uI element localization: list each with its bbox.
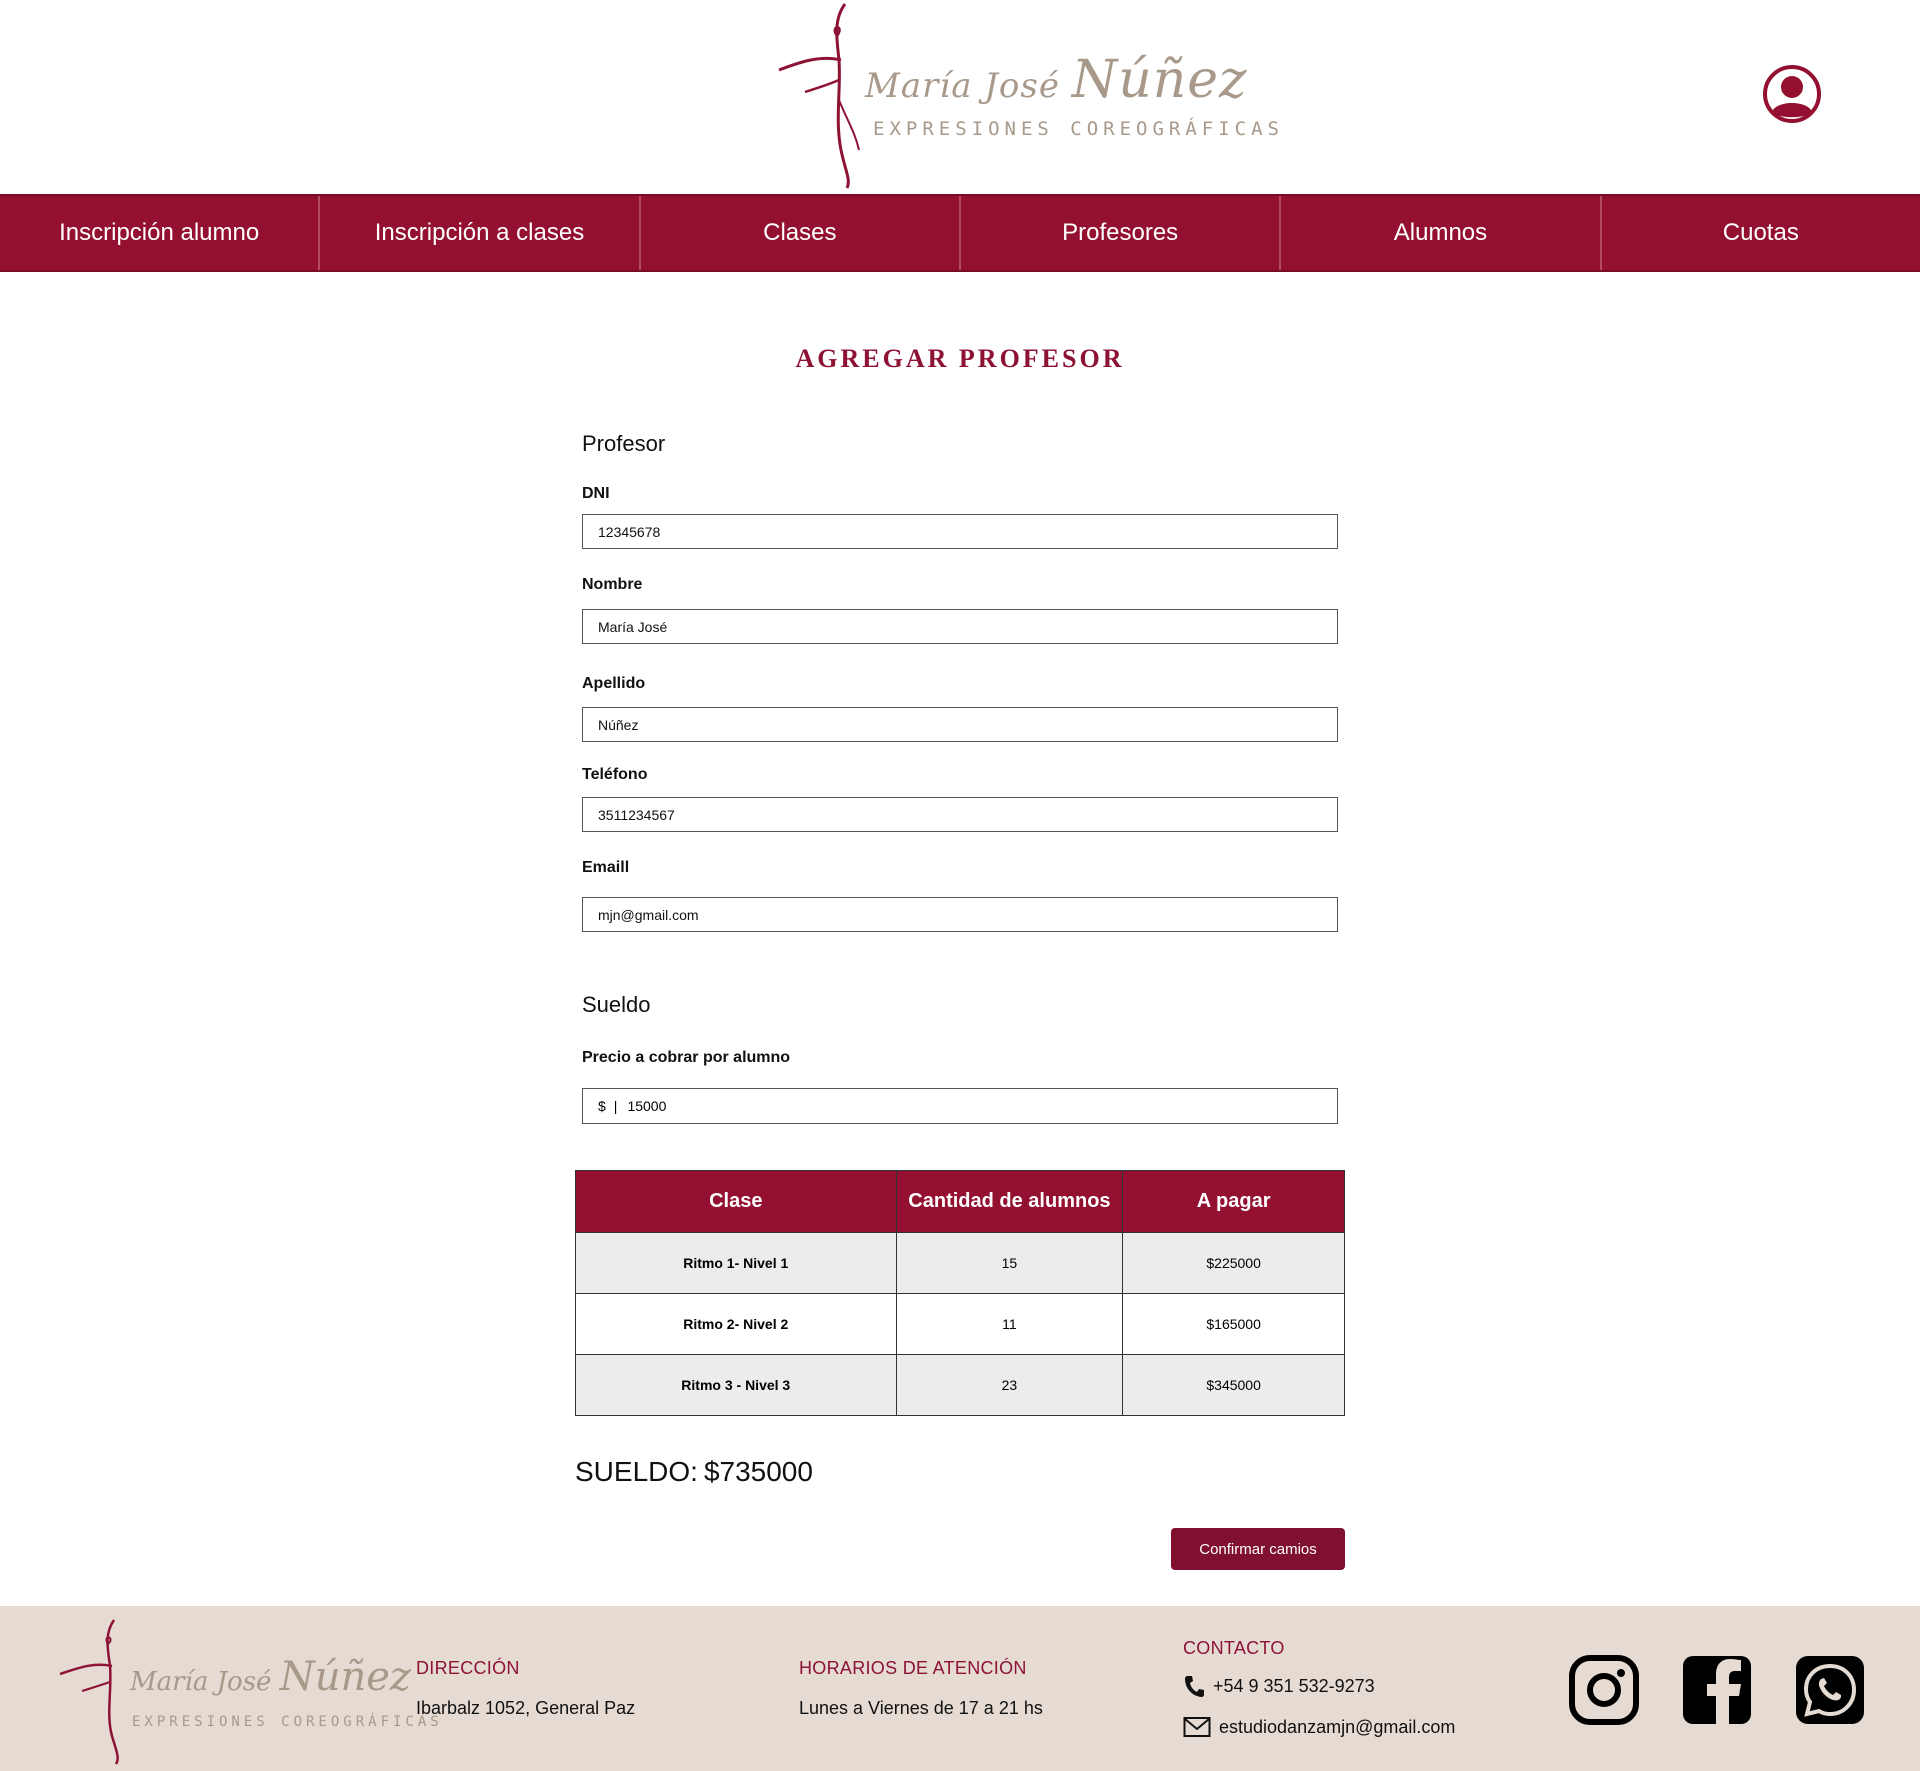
user-profile-icon[interactable] bbox=[1762, 64, 1822, 124]
salary-total-value: $735000 bbox=[703, 1456, 813, 1487]
contact-phone: +54 9 351 532-9273 bbox=[1213, 1675, 1375, 1696]
brand-tagline: EXPRESIONES COREOGRÁFICAS bbox=[873, 118, 1284, 140]
table-cell-clase: Ritmo 3 - Nivel 3 bbox=[575, 1354, 897, 1416]
table-header-cantidad: Cantidad de alumnos bbox=[895, 1170, 1124, 1233]
table-cell-pagar: $165000 bbox=[1122, 1293, 1345, 1355]
nav-item-alumnos[interactable]: Alumnos bbox=[1281, 196, 1602, 270]
dni-input[interactable] bbox=[582, 514, 1338, 549]
table-cell-pagar: $345000 bbox=[1122, 1354, 1345, 1416]
table-cell-clase: Ritmo 2- Nivel 2 bbox=[575, 1293, 897, 1355]
table-cell-cantidad: 11 bbox=[895, 1293, 1124, 1355]
salary-total: SUELDO: $735000 bbox=[575, 1456, 813, 1488]
instagram-icon[interactable] bbox=[1568, 1654, 1640, 1726]
precio-input-group[interactable]: $ | bbox=[582, 1088, 1338, 1124]
currency-symbol: $ bbox=[598, 1098, 606, 1114]
footer-brand-tagline: EXPRESIONES COREOGRÁFICAS bbox=[132, 1714, 443, 1730]
table-cell-cantidad: 23 bbox=[895, 1354, 1124, 1416]
section-label-sueldo: Sueldo bbox=[582, 992, 651, 1017]
nav-item-cuotas[interactable]: Cuotas bbox=[1602, 196, 1920, 270]
nombre-input[interactable] bbox=[582, 609, 1338, 644]
telefono-label: Teléfono bbox=[582, 766, 648, 783]
page-title: AGREGAR PROFESOR bbox=[795, 344, 1125, 373]
section-label-profesor: Profesor bbox=[582, 431, 666, 456]
precio-input[interactable] bbox=[627, 1098, 1228, 1114]
table-cell-cantidad: 15 bbox=[895, 1232, 1124, 1294]
nav-item-profesores[interactable]: Profesores bbox=[961, 196, 1282, 270]
currency-separator: | bbox=[613, 1098, 618, 1114]
dni-label: DNI bbox=[582, 485, 610, 502]
horarios-title: HORARIOS DE ATENCIÓN bbox=[799, 1658, 1027, 1678]
table-header-row: Clase Cantidad de alumnos A pagar bbox=[575, 1170, 1345, 1233]
footer-brand-logo[interactable]: María José Núñez EXPRESIONES COREOGRÁFIC… bbox=[58, 1616, 439, 1766]
email-input[interactable] bbox=[582, 897, 1338, 932]
contact-phone-row[interactable]: +54 9 351 532-9273 bbox=[1183, 1674, 1375, 1698]
facebook-icon[interactable] bbox=[1681, 1654, 1753, 1726]
table-cell-clase: Ritmo 1- Nivel 1 bbox=[575, 1232, 897, 1294]
apellido-label: Apellido bbox=[582, 675, 646, 692]
direccion-text: Ibarbalz 1052, General Paz bbox=[416, 1698, 636, 1718]
brand-name-last: Núñez bbox=[1071, 50, 1248, 110]
confirm-button[interactable]: Confirmar camios bbox=[1171, 1528, 1345, 1570]
contact-email-row[interactable]: estudiodanzamjn@gmail.com bbox=[1183, 1716, 1455, 1738]
table-row: Ritmo 3 - Nivel 3 23 $345000 bbox=[575, 1354, 1345, 1416]
mail-icon bbox=[1183, 1717, 1211, 1737]
table-cell-pagar: $225000 bbox=[1122, 1232, 1345, 1294]
apellido-input[interactable] bbox=[582, 707, 1338, 742]
nav-item-clases[interactable]: Clases bbox=[641, 196, 961, 270]
direccion-title: DIRECCIÓN bbox=[416, 1658, 520, 1678]
table-header-pagar: A pagar bbox=[1122, 1170, 1345, 1233]
brand-name-first: María José bbox=[865, 66, 1060, 106]
precio-label: Precio a cobrar por alumno bbox=[582, 1049, 791, 1066]
whatsapp-icon[interactable] bbox=[1794, 1654, 1866, 1726]
brand-logo[interactable]: María José Núñez EXPRESIONES COREOGRÁFIC… bbox=[775, 0, 1279, 190]
nombre-label: Nombre bbox=[582, 576, 643, 593]
table-header-clase: Clase bbox=[575, 1170, 897, 1233]
email-label: Emaill bbox=[582, 859, 630, 876]
phone-icon bbox=[1185, 1676, 1204, 1697]
telefono-input[interactable] bbox=[582, 797, 1338, 832]
table-row: Ritmo 1- Nivel 1 15 $225000 bbox=[575, 1232, 1345, 1294]
salary-total-label: SUELDO: bbox=[575, 1456, 698, 1487]
table-row: Ritmo 2- Nivel 2 11 $165000 bbox=[575, 1293, 1345, 1355]
header: María José Núñez EXPRESIONES COREOGRÁFIC… bbox=[0, 0, 1920, 194]
contacto-title: CONTACTO bbox=[1183, 1638, 1285, 1658]
main-nav: Inscripción alumno Inscripción a clases … bbox=[0, 194, 1920, 272]
salary-table: Clase Cantidad de alumnos A pagar Ritmo … bbox=[575, 1170, 1345, 1416]
footer-brand-name-last: Núñez bbox=[279, 1654, 411, 1700]
nav-item-inscripcion-alumno[interactable]: Inscripción alumno bbox=[0, 196, 321, 270]
footer-brand-name-first: María José bbox=[130, 1667, 272, 1697]
horarios-text: Lunes a Viernes de 17 a 21 hs bbox=[799, 1698, 1043, 1718]
contact-email: estudiodanzamjn@gmail.com bbox=[1219, 1716, 1456, 1737]
nav-item-inscripcion-clases[interactable]: Inscripción a clases bbox=[320, 196, 641, 270]
